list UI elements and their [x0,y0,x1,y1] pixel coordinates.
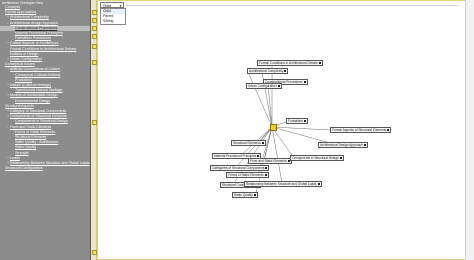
sidebar-item[interactable]: Structural Configuration [0,166,90,171]
sidebar-item-label: Components in Structural Design [15,119,68,124]
sidebar-item-label: Formal Conditions in Architectural Debat… [10,46,77,51]
graph-node[interactable]: Formal Conditions in Architectural Debat… [257,60,323,66]
graph-node[interactable]: Architectural Design Approach [318,142,368,148]
graph-canvas[interactable] [97,0,467,260]
sidebar-item-label: Architectural Complexity [10,15,49,20]
central-node[interactable] [270,124,277,131]
sidebar-item-label: Structural Elements [15,135,47,140]
sidebar-item-label: Formalism Procedures [15,36,52,41]
sidebar-item-label: Production [15,77,33,82]
relation-options: Child Parent Sibling [100,8,126,25]
sidebar-item-label: Static Quality [15,145,37,150]
graph-node[interactable]: Forms of Static Elements [226,172,269,178]
sidebar-item-label: Environmental Design [15,98,51,103]
graph-node[interactable]: Relationship Between Structure and Globa… [244,181,322,187]
sidebar-item-label: Strength [15,150,29,155]
graph-node[interactable]: Formal Aspects of Structural Elements [330,127,392,133]
sidebar-list: Concepts Formal Approaches +Architectural … [0,5,90,172]
sidebar-item-label: Conceptual Issues [5,62,35,67]
sidebar-item-label: Nature (Cultural Heritage) [10,83,52,88]
graph-node[interactable]: Static Quality [232,192,258,198]
graph-node[interactable]: Structural Elements [231,140,266,146]
sidebar-item-label: Architectural design Approach [10,20,58,25]
sidebar-item-label: Concepts [5,5,21,9]
sidebar-item-label: Constructional Procedures [15,25,58,30]
relation-option-sibling[interactable]: Sibling [101,19,125,24]
sidebar-item-label: Static Quality - Architecture [15,140,59,145]
graph-node[interactable]: Architectural Complexity [247,68,289,74]
sidebar-item-label: Components of Structural Elements [10,114,67,119]
vertical-scrollbar[interactable] [465,0,474,260]
sidebar-item-label: Forms of Static Elements [15,129,56,134]
sidebar-item-label: Models of Sustainable Design [10,93,58,98]
sidebar-item-label: Structural Configuration [5,166,43,171]
canvas-top-rule [126,5,458,6]
sidebar-item-label: Notions of Design [10,51,39,56]
sidebar-item-label: Category of Structural Components [10,109,67,114]
graph-node[interactable]: Urban Configuration [246,83,282,89]
sidebar-item-label: Artificial Conceptions of Culture [10,67,61,72]
sidebar-item-label: Conceptual Cultural Artifacts [15,72,61,77]
sidebar-item-label: Form and Static Elements [10,124,52,129]
sidebar-item-label: Critical Aspects of Architecture [10,41,59,46]
sidebar-item-label: Formal Approaches [5,10,37,15]
sidebar-item-label: Material Procedural Principles [15,31,63,36]
sidebar-item-label: Relationship Between Structure and Globa… [10,161,90,166]
graph-node[interactable]: Formalism [286,118,308,124]
sidebar-item-label: Structural Aspects [5,103,34,108]
sidebar-item-label: Loads [10,155,20,160]
graph-node[interactable]: Form and Static Elements [248,158,292,164]
sidebar-item-label: Urban Configuration [10,57,43,62]
navigation-sidebar: Architecture Ontologies View Concepts For… [0,0,91,260]
graph-node[interactable]: Components in Structural Design [290,155,344,161]
graph-node[interactable]: Categories of Structural Components [210,165,270,171]
sidebar-item-label: Transformed Natural Heritage [15,88,63,93]
